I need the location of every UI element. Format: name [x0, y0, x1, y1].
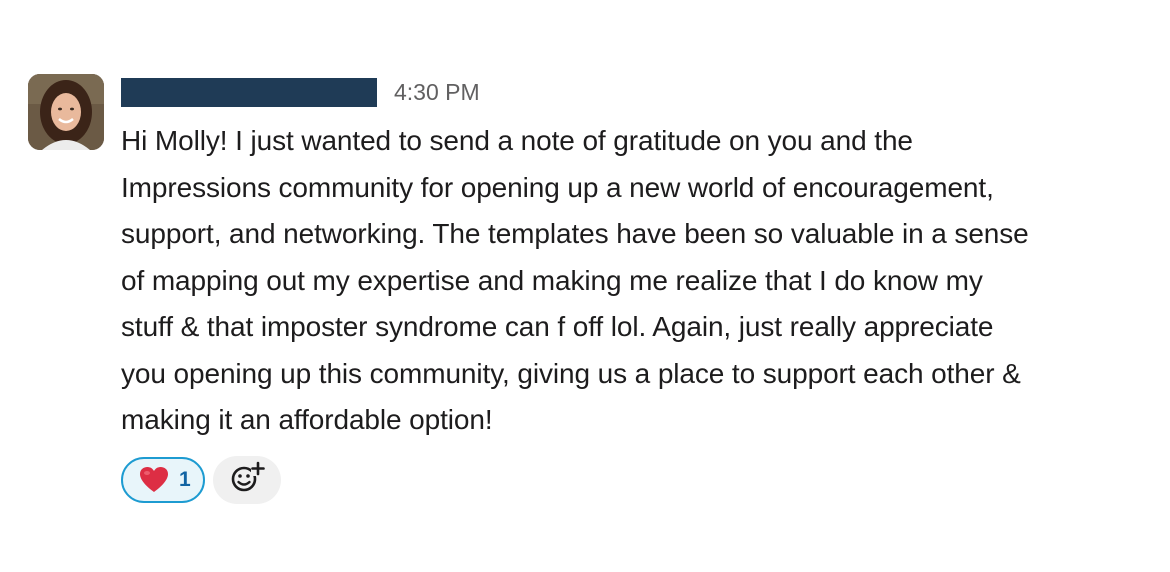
- heart-reaction-button[interactable]: 1: [121, 456, 205, 503]
- timestamp[interactable]: 4:30 PM: [394, 77, 480, 107]
- add-reaction-icon: [229, 459, 265, 500]
- reaction-count: 1: [179, 467, 191, 491]
- reactions-bar: 1: [121, 455, 1151, 504]
- message-content: 4:30 PM Hi Molly! I just wanted to send …: [121, 74, 1151, 504]
- heart-icon: [139, 466, 169, 494]
- message-body: Hi Molly! I just wanted to send a note o…: [121, 125, 1029, 435]
- avatar[interactable]: [28, 74, 104, 150]
- message-header: 4:30 PM: [121, 74, 1151, 110]
- add-reaction-button[interactable]: [212, 455, 281, 504]
- redacted-sender-name: [121, 78, 377, 107]
